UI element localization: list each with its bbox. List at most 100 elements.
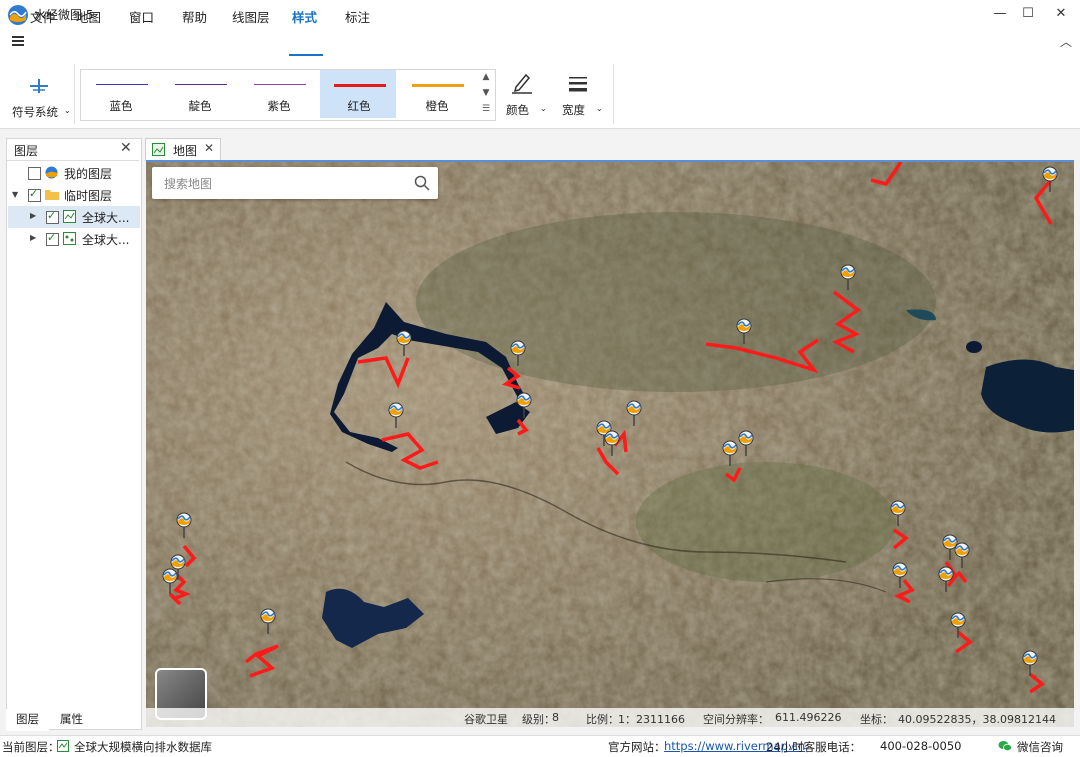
expand-down-icon[interactable]: ▼ (12, 190, 18, 199)
maximize-button[interactable]: ☐ (1012, 0, 1044, 28)
gallery-expand-icon[interactable]: ☰ (480, 104, 492, 114)
current-layer-value: 全球大规模横向排水数据库 (74, 740, 212, 754)
tab-map-label: 地图 (173, 144, 198, 158)
layer-item-temp-layers[interactable]: ▼ 临时图层 (8, 184, 140, 206)
river-route-line[interactable] (381, 432, 439, 470)
symbol-system-icon (30, 79, 48, 93)
menu-line-layer[interactable]: 线图层 (232, 7, 270, 26)
station-pin-icon[interactable] (892, 562, 908, 588)
river-route-line[interactable] (892, 528, 909, 550)
line-style-swatch[interactable]: 靛色 (161, 70, 237, 118)
line-style-preview (254, 84, 306, 85)
wechat-consult-link[interactable]: 微信咨询 (1017, 739, 1063, 755)
river-route-line[interactable] (501, 366, 521, 390)
station-pin-icon[interactable] (1022, 650, 1038, 676)
search-input[interactable] (162, 174, 406, 194)
station-pin-icon[interactable] (840, 264, 856, 290)
station-pin-icon[interactable] (890, 500, 906, 526)
menu-style[interactable]: 样式 (292, 7, 317, 26)
river-route-line[interactable] (705, 338, 819, 374)
station-pin-icon[interactable] (260, 608, 276, 634)
tab-layers[interactable]: 图层 (6, 709, 49, 731)
line-style-swatch[interactable]: 紫色 (240, 70, 316, 118)
menu-help[interactable]: 帮助 (182, 7, 207, 26)
resolution-value: 611.496226 (775, 711, 842, 724)
river-route-line[interactable] (596, 447, 620, 476)
panel-close-icon[interactable]: ✕ (120, 140, 132, 156)
layer-checkbox[interactable] (46, 231, 59, 246)
expand-right-icon[interactable]: ▶ (30, 233, 36, 242)
gallery-scroll-down-icon[interactable]: ▼ (480, 88, 492, 98)
map-canvas[interactable] (146, 162, 1074, 727)
layer-item-my-layers[interactable]: 我的图层 (8, 162, 140, 184)
station-pin-icon[interactable] (738, 430, 754, 456)
river-route-line[interactable] (831, 290, 861, 354)
menu-window[interactable]: 窗口 (129, 7, 154, 26)
search-icon[interactable] (414, 175, 430, 191)
station-pin-icon[interactable] (516, 392, 532, 418)
scale-label: 比例： (586, 713, 619, 726)
station-pin-icon[interactable] (176, 512, 192, 538)
river-route-line[interactable] (724, 467, 742, 483)
layer-label: 临时图层 (64, 189, 113, 203)
layer-item-global-points[interactable]: ▶ 全球大... (8, 228, 140, 250)
tab-map[interactable]: 地图 ✕ (145, 138, 221, 161)
river-route-line[interactable] (516, 418, 529, 436)
layer-item-global-lines[interactable]: ▶ 全球大... (8, 206, 140, 228)
line-style-label: 紫色 (267, 99, 291, 113)
line-style-label: 红色 (347, 99, 371, 113)
color-button[interactable]: 颜色 ⌄ (504, 70, 547, 120)
station-pin-icon[interactable] (722, 440, 738, 466)
expand-right-icon[interactable]: ▶ (30, 211, 36, 220)
layer-checkbox[interactable] (46, 209, 59, 224)
close-button[interactable]: ✕ (1045, 0, 1077, 28)
zoom-level-value: 8 (552, 711, 559, 724)
layer-checkbox[interactable] (28, 167, 41, 180)
station-pin-icon[interactable] (626, 400, 642, 426)
layer-checkbox[interactable] (28, 187, 41, 202)
menu-annotation[interactable]: 标注 (345, 7, 370, 26)
symbol-system-button[interactable]: 符号系统 ⌄ (8, 62, 71, 122)
app-globe-icon (45, 166, 58, 179)
station-pin-icon[interactable] (396, 330, 412, 356)
chevron-down-icon: ⌄ (596, 104, 603, 113)
resolution-label: 空间分辨率： (703, 713, 769, 726)
river-route-line[interactable] (357, 356, 410, 389)
menu-file[interactable]: 文件 (30, 7, 55, 26)
ribbon-divider (74, 64, 75, 124)
tab-properties[interactable]: 属性 (50, 709, 93, 731)
station-pin-icon[interactable] (938, 566, 954, 592)
coordinate-label: 坐标： (860, 713, 893, 726)
river-route-line[interactable] (182, 544, 197, 568)
station-pin-icon[interactable] (954, 542, 970, 568)
hotline-label: 24小时客服电话： (766, 740, 862, 754)
line-width-icon (569, 77, 587, 92)
width-button[interactable]: 宽度 ⌄ (560, 70, 606, 120)
line-style-swatch[interactable]: 蓝色 (82, 70, 158, 118)
station-pin-icon[interactable] (942, 534, 958, 560)
chevron-down-icon: ⌄ (540, 104, 547, 113)
route-overlay (162, 162, 1058, 694)
station-pin-icon[interactable] (510, 340, 526, 366)
line-style-preview (175, 84, 227, 85)
station-pin-icon[interactable] (736, 318, 752, 344)
station-pin-icon[interactable] (604, 430, 620, 456)
map-status-strip: 谷歌卫星 级别： 8 比例： 1：2311166 空间分辨率： 611.4962… (146, 708, 1074, 727)
gallery-scroll-up-icon[interactable]: ▲ (480, 72, 492, 82)
title-bar (0, 0, 1080, 28)
active-tab-underline (289, 54, 323, 56)
menu-map[interactable]: 地图 (76, 7, 101, 26)
chevron-up-icon[interactable]: ︿ (1060, 33, 1072, 50)
river-route-line[interactable] (870, 162, 903, 187)
hamburger-icon[interactable] (12, 36, 24, 47)
river-route-line[interactable] (1033, 172, 1058, 225)
tab-close-icon[interactable]: ✕ (204, 141, 214, 155)
line-style-swatch[interactable]: 红色 (320, 70, 396, 118)
map-search-box (152, 167, 438, 199)
river-route-line[interactable] (956, 570, 968, 584)
station-pin-icon[interactable] (388, 402, 404, 428)
river-route-line[interactable] (1028, 672, 1045, 694)
coordinate-value: 40.09522835，38.09812144 (898, 713, 1056, 726)
line-style-swatch[interactable]: 橙色 (398, 70, 474, 118)
river-route-line[interactable] (244, 644, 279, 678)
